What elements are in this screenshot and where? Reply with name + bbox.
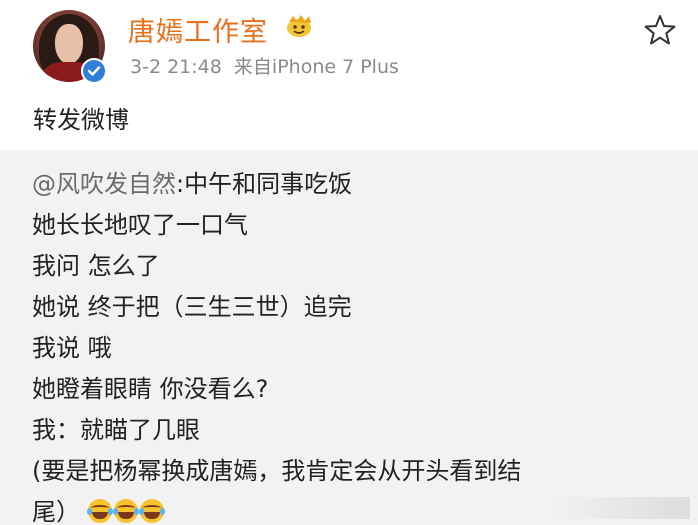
post-meta: 3-2 21:48 来自iPhone 7 Plus [130, 52, 399, 79]
laughing-tears-icon [86, 499, 113, 523]
quoted-post-body: @风吹发自然:中午和同事吃饭 她长长地叹了一口气 我问 怎么了 她说 终于把（三… [32, 164, 652, 525]
laughing-tears-icon [138, 499, 165, 523]
verified-check-icon [81, 58, 107, 84]
watermark [550, 497, 690, 519]
repost-text: 转发微博 [33, 106, 129, 134]
quoted-line: (要是把杨幂换成唐嫣，我肯定会从开头看到结 [32, 457, 522, 485]
quoted-line: 她瞪着眼睛 你没看么? [32, 375, 269, 403]
timestamp: 3-2 21:48 [130, 56, 222, 78]
quoted-line: 她说 终于把（三生三世）追完 [32, 293, 352, 321]
weibo-post-screen: 唐嫣工作室 3-2 21:48 来自iPhone 7 Plus 转发微博 @风吹… [0, 0, 698, 525]
quoted-post[interactable]: @风吹发自然:中午和同事吃饭 她长长地叹了一口气 我问 怎么了 她说 终于把（三… [0, 150, 698, 525]
quoted-line: @风吹发自然:中午和同事吃饭 [32, 170, 353, 198]
crown-badge-icon [285, 14, 313, 38]
star-outline-icon[interactable] [643, 13, 677, 47]
quoted-line: 我问 怎么了 [32, 252, 160, 280]
mention-link[interactable]: @风吹发自然 [32, 170, 176, 198]
quoted-line: 我说 哦 [32, 334, 112, 362]
username[interactable]: 唐嫣工作室 [128, 10, 268, 49]
post-source[interactable]: 来自iPhone 7 Plus [234, 56, 399, 78]
post-header: 唐嫣工作室 3-2 21:48 来自iPhone 7 Plus 转发微博 [0, 0, 698, 150]
quoted-line: 她长长地叹了一口气 [32, 211, 248, 239]
laughing-tears-icon [112, 499, 139, 523]
quoted-line: 我：就瞄了几眼 [32, 416, 200, 444]
